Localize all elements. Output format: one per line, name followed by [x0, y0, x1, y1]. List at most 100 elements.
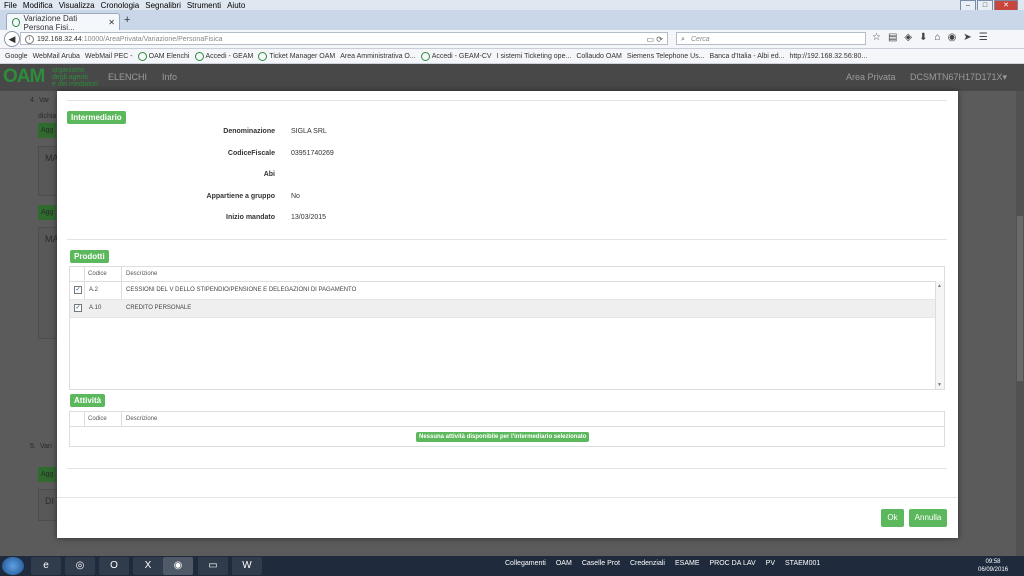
menu-modifica[interactable]: Modifica — [23, 1, 53, 10]
reload-icon[interactable]: ▭ ⟳ — [647, 33, 663, 46]
close-tab-icon[interactable]: ✕ — [108, 18, 115, 27]
menu-cronologia[interactable]: Cronologia — [101, 1, 140, 10]
bookmark-google[interactable]: Google — [5, 53, 28, 60]
chrome-icon[interactable]: ◎ — [65, 557, 95, 575]
table-scrollbar[interactable]: ▲ ▼ — [935, 281, 944, 389]
tray-proc-da-lav[interactable]: PROC DA LAV — [710, 560, 756, 567]
new-tab-icon[interactable]: + — [124, 14, 130, 26]
attivita-table: Codice Descrizione Nessuna attività disp… — [69, 411, 945, 447]
back-button[interactable]: ◀ — [4, 31, 20, 47]
bookmark-accedi-geam[interactable]: Accedi - GEAM — [194, 51, 253, 61]
oam-favicon-icon — [12, 18, 20, 27]
nav-area-privata[interactable]: Area Privata — [846, 72, 896, 82]
bg-dichia: dichia — [38, 113, 57, 120]
table-row[interactable]: ✓ A.2 CESSIONI DEL V DELLO STIPENDIO/PEN… — [70, 282, 936, 300]
tray-caselle-prot[interactable]: Caselle Prot — [582, 560, 620, 567]
tray-pv[interactable]: PV — [766, 560, 775, 567]
browser-tab[interactable]: Variazione Dati Persona Fisi... ✕ — [6, 13, 120, 32]
row-codice: A.10 — [89, 305, 102, 311]
scroll-up-icon[interactable]: ▲ — [937, 283, 942, 289]
bookmark-ticket-manager[interactable]: Ticket Manager OAM — [258, 51, 335, 61]
menu-visualizza[interactable]: Visualizza — [59, 1, 95, 10]
bookmark-collaudo-oam[interactable]: Collaudo OAM — [576, 53, 622, 60]
url-bar[interactable]: i 192.168.32.44:10000/AreaPrivata/Variaz… — [20, 32, 668, 45]
nav-info[interactable]: Info — [162, 72, 177, 82]
bookmark-webmail-aruba[interactable]: WebMail Aruba — [33, 53, 80, 60]
hamburger-menu-icon[interactable]: ☰ — [979, 32, 988, 43]
outlook-icon[interactable]: O — [99, 557, 129, 575]
column-descrizione: Descrizione — [126, 416, 158, 422]
prodotti-table-header: Codice Descrizione — [70, 267, 936, 282]
appartiene-gruppo-value: No — [291, 193, 300, 200]
logo-text: organismo degli agenti e dei mediatori — [52, 67, 98, 88]
bookmark-sistemi-ticketing[interactable]: I sistemi Ticketing ope... — [497, 53, 572, 60]
tray-oam[interactable]: OAM — [556, 560, 572, 567]
menu-file[interactable]: File — [4, 1, 17, 10]
tray-credenziali[interactable]: Credenziali — [630, 560, 665, 567]
annulla-button[interactable]: Annulla — [909, 509, 947, 527]
home-icon[interactable]: ⌂ — [935, 32, 941, 43]
toolbar-icons: ☆ ▤ ◈ ⬇ ⌂ ◉ ➤ ☰ — [872, 32, 988, 43]
tab-title: Variazione Dati Persona Fisi... — [23, 13, 78, 32]
tray-collegamenti[interactable]: Collegamenti — [505, 560, 546, 567]
word-icon[interactable]: W — [232, 557, 262, 575]
bookmark-star-icon[interactable]: ☆ — [872, 32, 881, 43]
bg-item-4-text: Var — [39, 97, 50, 104]
row-descrizione: CESSIONI DEL V DELLO STIPENDIO/PENSIONE … — [126, 287, 357, 293]
bookmark-banca-italia[interactable]: Banca d'Italia - Albi ed... — [710, 53, 785, 60]
system-clock[interactable]: 09:58 06/09/2016 — [978, 558, 1008, 574]
user-menu[interactable]: DCSMTN67H17D171X▾ — [910, 72, 1007, 83]
menu-segnalibri[interactable]: Segnalibri — [145, 1, 181, 10]
start-button[interactable] — [2, 557, 24, 575]
excel-icon[interactable]: X — [133, 557, 163, 575]
bg-add-button: Agg — [38, 123, 56, 138]
modal-dialog: Intermediario Denominazione SIGLA SRL Co… — [57, 91, 958, 538]
divider — [67, 239, 947, 240]
bookmark-area-amministrativa[interactable]: Area Amministrativa O... — [340, 53, 415, 60]
codicefiscale-label: CodiceFiscale — [227, 150, 275, 157]
bookmarks-list-icon[interactable]: ▤ — [888, 32, 897, 43]
column-divider — [121, 412, 122, 427]
bookmark-oam-elenchi[interactable]: OAM Elenchi — [137, 51, 190, 61]
bookmark-accedi-geam-cv[interactable]: Accedi - GEAM-CV — [420, 51, 492, 61]
table-row[interactable]: ✓ A.10 CREDITO PERSONALE — [70, 300, 936, 318]
nav-elenchi[interactable]: ELENCHI — [108, 72, 147, 82]
info-icon[interactable]: i — [25, 35, 34, 44]
scrollbar-thumb[interactable] — [1017, 216, 1023, 381]
pocket-icon[interactable]: ◈ — [904, 32, 912, 43]
menu-aiuto[interactable]: Aiuto — [227, 1, 245, 10]
empty-message: Nessuna attività disponibile per l'inter… — [416, 432, 590, 442]
oam-logo[interactable]: OAM — [3, 66, 45, 88]
download-icon[interactable]: ⬇ — [919, 32, 927, 43]
ie-icon[interactable]: e — [31, 557, 61, 575]
menu-strumenti[interactable]: Strumenti — [187, 1, 221, 10]
clock-date: 06/09/2016 — [978, 567, 1009, 573]
clock-time: 09:58 — [985, 559, 1001, 565]
abi-label: Abi — [263, 171, 275, 178]
denominazione-label: Denominazione — [223, 128, 275, 135]
divider — [67, 468, 947, 469]
send-icon[interactable]: ➤ — [963, 32, 971, 43]
bg-add-button: Agg — [38, 205, 56, 220]
bookmark-siemens[interactable]: Siemens Telephone Us... — [627, 53, 705, 60]
tray-staem001[interactable]: STAEM001 — [785, 560, 820, 567]
bg-add-button: Agg — [38, 467, 56, 482]
scroll-down-icon[interactable]: ▼ — [937, 382, 942, 388]
bookmark-ip-address[interactable]: http://192.168.32.56:80... — [789, 53, 867, 60]
firefox-icon[interactable]: ◉ — [163, 557, 193, 575]
explorer-icon[interactable]: ▭ — [198, 557, 228, 575]
attivita-heading: Attività — [70, 394, 106, 407]
row-checkbox[interactable]: ✓ — [74, 304, 82, 312]
page-scrollbar[interactable] — [1016, 91, 1024, 556]
bg-item-4-number: 4. — [30, 97, 36, 104]
taskbar-toolbar: Collegamenti OAM Caselle Prot Credenzial… — [505, 560, 820, 567]
search-placeholder: Cerca — [691, 36, 710, 43]
ok-button[interactable]: Ok — [881, 509, 904, 527]
row-checkbox[interactable]: ✓ — [74, 286, 82, 294]
appartiene-gruppo-label: Appartiene a gruppo — [206, 193, 275, 200]
search-input[interactable]: ⌕ Cerca — [676, 32, 866, 45]
bookmark-webmail-pec[interactable]: WebMail PEC - — [85, 53, 133, 60]
chat-icon[interactable]: ◉ — [948, 32, 957, 43]
browser-menubar: File Modifica Visualizza Cronologia Segn… — [0, 0, 1024, 11]
tray-esame[interactable]: ESAME — [675, 560, 700, 567]
